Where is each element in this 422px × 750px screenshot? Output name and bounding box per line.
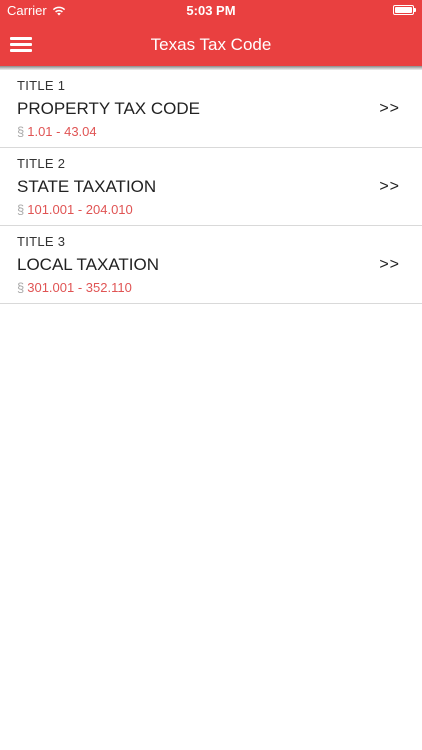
double-chevron-right-icon: >> — [379, 178, 400, 195]
title-name-label: PROPERTY TAX CODE — [17, 99, 200, 118]
title-list: TITLE 1 PROPERTY TAX CODE § 1.01 - 43.04 … — [0, 70, 422, 304]
double-chevron-right-icon: >> — [379, 256, 400, 273]
section-sign-icon: § — [17, 202, 25, 217]
battery-icon — [393, 5, 416, 15]
title-name-label: LOCAL TAXATION — [17, 255, 160, 274]
section-range-label: 101.001 - 204.010 — [27, 202, 133, 217]
list-item-title-2[interactable]: TITLE 2 STATE TAXATION § 101.001 - 204.01… — [0, 148, 422, 226]
title-number-label: TITLE 2 — [17, 156, 66, 171]
title-name-label: STATE TAXATION — [17, 177, 157, 196]
list-item-title-1[interactable]: TITLE 1 PROPERTY TAX CODE § 1.01 - 43.04 … — [0, 70, 422, 148]
list-item-title-3[interactable]: TITLE 3 LOCAL TAXATION § 301.001 - 352.11… — [0, 226, 422, 304]
status-time: 5:03 PM — [186, 3, 236, 18]
battery-fill — [395, 7, 412, 13]
section-range-label: 301.001 - 352.110 — [27, 280, 132, 295]
double-chevron-right-icon: >> — [379, 100, 400, 117]
section-range: § 101.001 - 204.010 — [17, 202, 133, 217]
title-number-label: TITLE 3 — [17, 234, 66, 249]
status-bar: Carrier 5:03 PM — [0, 0, 422, 22]
section-range-label: 1.01 - 43.04 — [27, 124, 97, 139]
section-sign-icon: § — [17, 280, 25, 295]
section-range: § 1.01 - 43.04 — [17, 124, 97, 139]
page-title: Texas Tax Code — [150, 35, 272, 54]
section-range: § 301.001 - 352.110 — [17, 280, 132, 295]
section-sign-icon: § — [17, 124, 25, 139]
title-number-label: TITLE 1 — [17, 78, 66, 93]
navigation-bar: Texas Tax Code — [0, 22, 422, 66]
